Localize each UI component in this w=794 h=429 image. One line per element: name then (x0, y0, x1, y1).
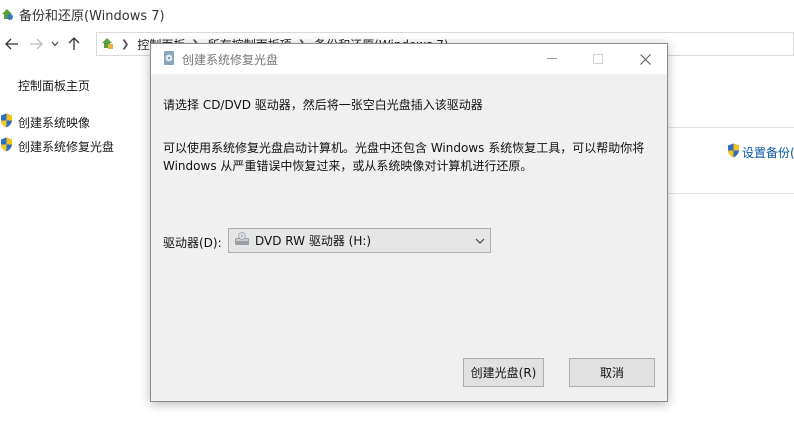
setup-backup-label: 设置备份(S) (742, 145, 794, 160)
recent-locations-icon[interactable] (48, 32, 62, 56)
drive-label: 驱动器(D): (163, 236, 222, 250)
up-arrow-icon[interactable] (62, 32, 86, 56)
drive-dropdown[interactable]: DVD RW 驱动器 (H:) (228, 228, 491, 253)
dialog-description-line: 可以使用系统修复光盘启动计算机。光盘中还包含 Windows 系统恢复工具，可以… (163, 141, 645, 155)
close-icon[interactable] (622, 44, 668, 74)
sidebar-item-create-system-image[interactable]: 创建系统映像 (0, 113, 90, 131)
background-window-titlebar: 备份和还原(Windows 7) (0, 0, 794, 28)
forward-arrow-icon[interactable] (24, 32, 48, 56)
control-panel-icon (99, 35, 115, 54)
backup-restore-app-icon (0, 7, 14, 21)
create-disc-button[interactable]: 创建光盘(R) (463, 358, 544, 387)
breadcrumb-separator-icon: ❯ (121, 38, 130, 50)
backup-panel (668, 128, 794, 194)
chevron-down-icon (475, 235, 485, 249)
drive-dropdown-value: DVD RW 驱动器 (H:) (255, 234, 372, 248)
sidebar-item-create-repair-disc[interactable]: 创建系统修复光盘 (0, 137, 114, 155)
uac-shield-icon (727, 143, 740, 161)
back-arrow-icon[interactable] (0, 32, 24, 56)
setup-backup-link[interactable]: 设置备份(S) (727, 143, 794, 161)
sidebar: 控制面板主页 创建系统映像 创建系统修复光盘 (0, 60, 150, 429)
dvd-drive-icon (234, 232, 250, 249)
uac-shield-icon (0, 137, 13, 155)
sidebar-item-label: 创建系统修复光盘 (18, 139, 115, 154)
dialog-title: 创建系统修复光盘 (182, 52, 279, 67)
background-window-title: 备份和还原(Windows 7) (19, 8, 165, 24)
sidebar-item-control-panel-home[interactable]: 控制面板主页 (18, 77, 90, 94)
dialog-titlebar[interactable]: 创建系统修复光盘 (151, 44, 667, 74)
sidebar-item-label: 创建系统映像 (18, 115, 91, 130)
uac-shield-icon (0, 113, 13, 131)
dialog-description-line: Windows 从严重错误中恢复过来，或从系统映像对计算机进行还原。 (163, 159, 533, 173)
dialog-description: 可以使用系统修复光盘启动计算机。光盘中还包含 Windows 系统恢复工具，可以… (163, 139, 659, 175)
dialog-instruction: 请选择 CD/DVD 驱动器，然后将一张空白光盘插入该驱动器 (163, 98, 483, 112)
repair-disc-app-icon (162, 50, 176, 69)
maximize-icon[interactable] (575, 44, 621, 74)
create-repair-disc-dialog: 创建系统修复光盘 请选择 CD/DVD 驱动器，然后将一张空白光盘插入该驱动器 … (150, 43, 668, 402)
cancel-button[interactable]: 取消 (569, 358, 655, 387)
minimize-icon[interactable] (529, 44, 575, 74)
